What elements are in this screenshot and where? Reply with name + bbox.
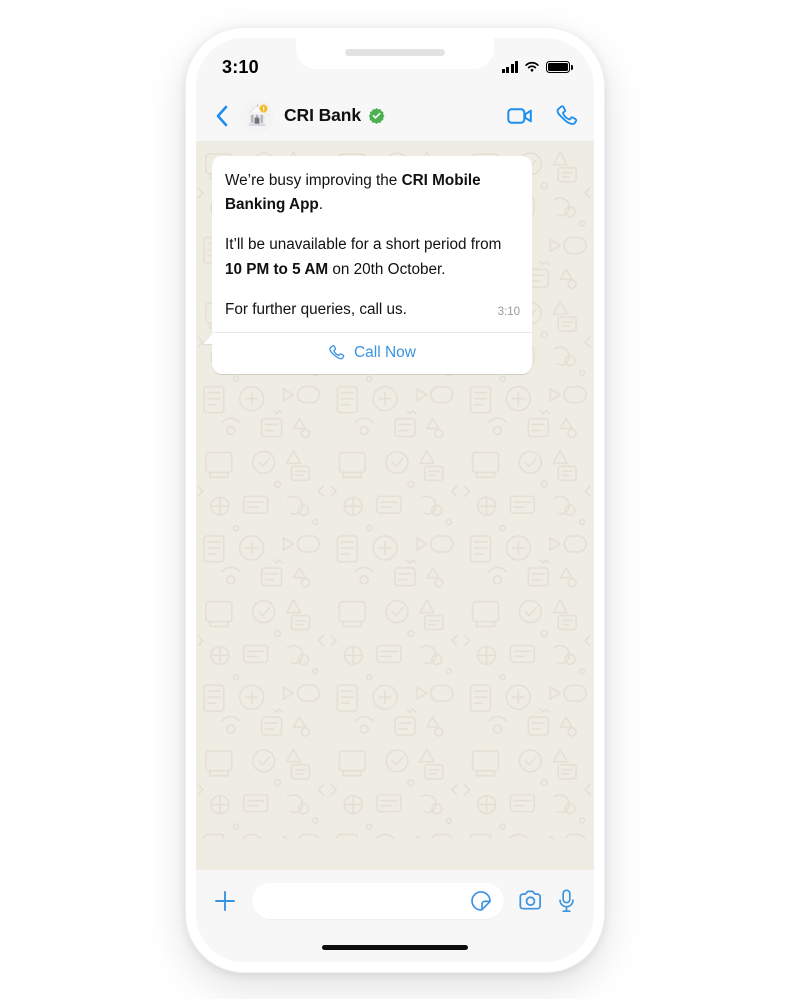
camera-button[interactable] <box>518 890 543 912</box>
message-line1-prefix: We’re busy improving the <box>225 172 402 189</box>
message-line2-bold: 10 PM to 5 AM <box>225 260 329 278</box>
message-paragraph-2: It’ll be unavailable for a short period … <box>225 233 520 281</box>
wifi-icon <box>525 61 539 72</box>
status-bar-icons <box>501 61 573 73</box>
signal-bars-icon <box>501 61 518 73</box>
message-line2-prefix: It’ll be unavailable for a short period … <box>225 236 502 254</box>
microphone-button[interactable] <box>557 889 576 913</box>
message-line1-suffix: . <box>318 196 324 214</box>
message-input-bar <box>196 870 594 932</box>
attach-button[interactable] <box>212 888 238 914</box>
message-input-field[interactable] <box>252 883 504 919</box>
message-paragraph-3: For further queries, call us. 3:10 <box>225 298 520 322</box>
sticker-icon <box>471 891 491 911</box>
home-indicator[interactable] <box>322 944 468 950</box>
battery-icon <box>546 61 573 73</box>
message-line2-suffix: on 20th October. <box>328 260 446 278</box>
message-timestamp: 3:10 <box>497 305 520 318</box>
contact-name[interactable]: CRI Bank <box>284 105 361 126</box>
status-bar-time: 3:10 <box>222 56 259 77</box>
message-bubble: We’re busy improving the CRI Mobile Bank… <box>212 156 532 374</box>
home-indicator-area <box>196 932 594 962</box>
message-paragraph-1: We’re busy improving the CRI Mobile Bank… <box>225 169 520 217</box>
chat-body: We’re busy improving the CRI Mobile Bank… <box>196 142 594 870</box>
message-input[interactable] <box>266 892 470 910</box>
video-call-button[interactable] <box>507 106 533 126</box>
sticker-button[interactable] <box>470 890 492 912</box>
back-button[interactable] <box>208 104 236 128</box>
status-bar: 3:10 <box>196 38 594 90</box>
chat-header: CRI Bank <box>196 90 594 142</box>
microphone-icon <box>559 889 574 912</box>
phone-handset-icon <box>329 345 345 360</box>
verified-badge <box>368 107 385 124</box>
header-actions <box>507 104 578 127</box>
camera-icon <box>519 890 541 910</box>
video-camera-icon <box>507 107 532 124</box>
call-now-label: Call Now <box>353 343 416 361</box>
call-now-button[interactable]: Call Now <box>212 333 532 374</box>
voice-call-button[interactable] <box>555 104 578 127</box>
bank-building-avatar <box>240 98 274 133</box>
phone-frame: 3:10 CRI Bank We’re busy improving the C… <box>186 28 604 972</box>
message-text: We’re busy improving the CRI Mobile Bank… <box>212 156 532 328</box>
plus-icon <box>215 891 235 911</box>
message-line3: For further queries, call us. <box>225 300 407 318</box>
notch-speaker <box>345 49 445 56</box>
verified-badge-icon <box>368 107 385 124</box>
phone-screen: 3:10 CRI Bank We’re busy improving the C… <box>196 38 594 962</box>
avatar[interactable] <box>240 98 274 133</box>
phone-notch <box>296 38 494 69</box>
back-chevron-icon <box>216 105 228 126</box>
phone-handset-icon <box>556 105 578 125</box>
